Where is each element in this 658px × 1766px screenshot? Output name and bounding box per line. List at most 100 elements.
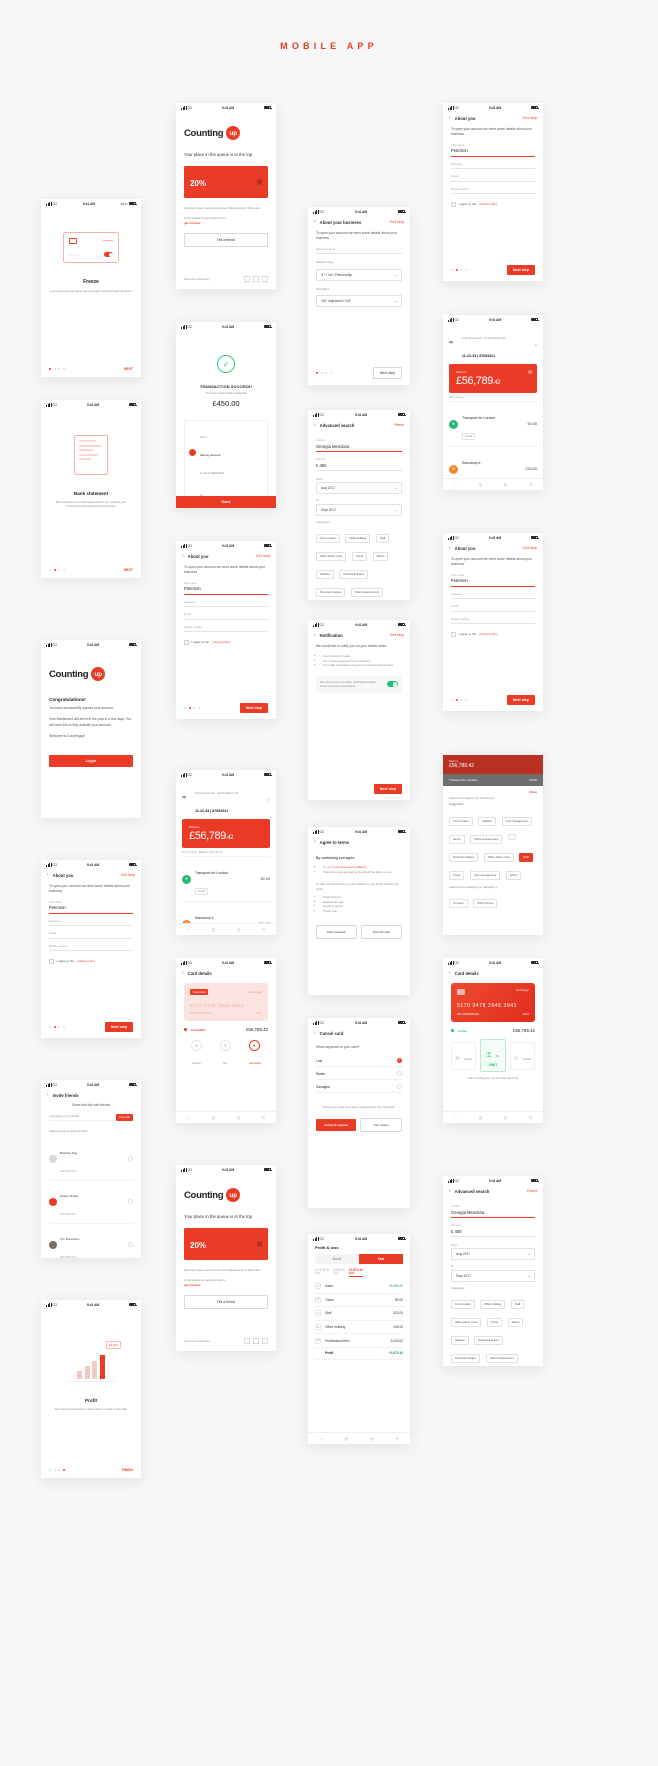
table-row[interactable]: 4 Staff 423.00	[315, 1307, 403, 1321]
just-cancel-button[interactable]: Just cancel	[360, 1117, 402, 1132]
pager-dots[interactable]	[49, 1026, 65, 1028]
field-contact[interactable]: Contact Georgia Mendoza	[316, 433, 402, 452]
social-links[interactable]	[244, 1338, 268, 1344]
field-surname[interactable]: Surname	[49, 914, 133, 927]
field-mobile[interactable]: Mobile number	[451, 612, 535, 625]
select-radio[interactable]	[128, 1199, 133, 1205]
back-icon[interactable]: ‹	[449, 115, 451, 121]
pager-dots[interactable]	[49, 569, 65, 571]
select-from-date[interactable]: Aug 2017 ⌄	[316, 482, 402, 495]
tab-home[interactable]: ⌂	[308, 1436, 334, 1441]
next-step-button[interactable]: Next step	[506, 695, 535, 705]
next-step-button[interactable]: Next step	[373, 784, 402, 794]
option-lost[interactable]: Lost ✕	[316, 1058, 402, 1068]
back-icon[interactable]: ‹	[314, 219, 316, 225]
back-icon[interactable]: ‹	[449, 1188, 451, 1194]
get-help-link[interactable]: Get help	[523, 116, 537, 120]
field-surname[interactable]: Surname	[184, 595, 268, 608]
pager-dots[interactable]	[451, 269, 467, 271]
privacy-consent[interactable]: I agree to the privacy policy	[49, 959, 133, 964]
tab-home[interactable]: ⌂	[443, 1115, 468, 1120]
select-to-date[interactable]: Sept 2017 ⌄	[451, 1269, 535, 1282]
field-mobile[interactable]: Mobile number	[451, 182, 535, 195]
field-email[interactable]: Email	[451, 169, 535, 182]
field-first-name[interactable]: First name Peterson	[451, 568, 535, 587]
back-icon[interactable]: ‹	[182, 553, 184, 559]
search-icon[interactable]: ⌕	[268, 797, 270, 802]
table-row[interactable]: 2 Sales +6,634.00	[315, 1280, 403, 1294]
privacy-policy-link[interactable]: privacy policy	[479, 202, 497, 206]
privacy-consent[interactable]: I agree to the privacy policy	[184, 640, 268, 645]
login-button[interactable]: Login	[49, 755, 133, 768]
next-step-button[interactable]: Next step	[239, 703, 268, 713]
table-row[interactable]: 13 Professional fees 3,043.00	[315, 1334, 403, 1348]
select-radio[interactable]	[128, 1242, 133, 1248]
social-links[interactable]	[244, 276, 268, 282]
option-stolen[interactable]: Stolen	[316, 1071, 402, 1081]
list-item[interactable]: Susan Ulrikes 055 9658 5478	[49, 1181, 133, 1224]
finish-button[interactable]: FINISH	[122, 1468, 133, 1472]
get-help-link[interactable]: Get help	[390, 220, 404, 224]
action-pin[interactable]: ⚿ Pin 3567	[480, 1039, 506, 1072]
table-row[interactable]: 3 Travel 89.00	[315, 1294, 403, 1308]
option-damaged[interactable]: Damaged	[316, 1084, 402, 1094]
pager-dots[interactable]	[49, 368, 65, 370]
privacy-policy-link[interactable]: privacy policy	[77, 959, 95, 963]
get-help-link[interactable]: Get help	[256, 554, 270, 558]
get-help-link[interactable]: Get help	[523, 546, 537, 550]
tab-chart[interactable]: ▥	[468, 1115, 493, 1120]
tab-card[interactable]: ▤	[226, 1115, 251, 1120]
get-involved-link[interactable]: get involved	[184, 1283, 200, 1287]
select-vat-status[interactable]: VAT registered / N/A ⌄	[316, 294, 402, 307]
tab-month[interactable]: Month	[315, 1254, 359, 1264]
field-surname[interactable]: Surname	[451, 157, 535, 170]
next-button[interactable]: NEXT	[124, 367, 133, 371]
radio-icon[interactable]	[397, 1071, 402, 1077]
pager-dots[interactable]	[451, 699, 467, 701]
cancel-replace-button[interactable]: Cancel & replace	[316, 1118, 356, 1131]
tab-chart[interactable]: ▥	[201, 1115, 226, 1120]
radio-icon[interactable]	[397, 1084, 402, 1090]
select-from-date[interactable]: Aug 2017 ⌄	[451, 1248, 535, 1261]
tab-home[interactable]: ⌂	[176, 1115, 201, 1120]
back-icon[interactable]: ‹	[314, 632, 316, 638]
notification-toggle-row[interactable]: We recommend you allow notifications abo…	[316, 675, 402, 693]
done-button[interactable]: Done	[530, 790, 538, 794]
back-icon[interactable]: ‹	[47, 872, 49, 878]
get-help-link[interactable]: Get help	[390, 633, 404, 637]
field-first-name[interactable]: First name Peterson	[451, 138, 535, 157]
back-icon[interactable]: ‹	[314, 839, 316, 845]
tab-bar[interactable]: ⌂ ▥ ▤ ☰	[308, 1432, 410, 1444]
reset-link[interactable]: Reset	[394, 423, 404, 427]
select-radio[interactable]	[128, 1156, 133, 1162]
tab-menu[interactable]: ☰	[251, 927, 276, 932]
tell-a-friend-button[interactable]: Tell a friend	[184, 1295, 268, 1310]
privacy-policy-link[interactable]: privacy policy	[479, 632, 497, 636]
field-first-name[interactable]: First name Peterson	[49, 895, 133, 914]
tab-chart[interactable]: ▥	[201, 927, 226, 932]
action-freeze[interactable]: ❄ Freeze	[190, 1040, 202, 1069]
tab-bar[interactable]: ⌂ ▥ ▤ ☰	[443, 478, 543, 490]
back-icon[interactable]: ‹	[449, 545, 451, 551]
checkbox-icon[interactable]	[184, 640, 189, 645]
get-help-link[interactable]: Get help	[121, 873, 135, 877]
next-step-button[interactable]: Next step	[372, 367, 402, 379]
field-business-name[interactable]: Business name	[316, 242, 402, 255]
reset-link[interactable]: Reset	[527, 1189, 537, 1193]
list-item[interactable]: Brandon Ray 055 9658 5478	[49, 1138, 133, 1181]
action-cancelled[interactable]: ♥ Cancelled	[248, 1040, 261, 1069]
table-row[interactable]: ✈ Transport for London Travel 50.00	[182, 857, 270, 902]
tab-home[interactable]: ⌂	[443, 482, 468, 487]
back-icon[interactable]: ‹	[182, 970, 184, 976]
tab-home[interactable]: ⌂	[176, 927, 201, 932]
checkbox-icon[interactable]	[49, 959, 54, 964]
income-chips[interactable]: Turnover Other income	[449, 891, 537, 909]
tab-menu[interactable]: ☰	[385, 1436, 411, 1441]
tab-chart[interactable]: ▥	[468, 482, 493, 487]
share-link-row[interactable]: countingup.com/r/jackali Copy link	[49, 1114, 133, 1122]
checkbox-icon[interactable]	[451, 202, 456, 207]
field-email[interactable]: Email	[184, 607, 268, 620]
select-to-date[interactable]: Sept 2017 ⌄	[316, 503, 402, 516]
scan-id-button[interactable]: Scan ID card	[361, 925, 402, 940]
copy-link-button[interactable]: Copy link	[115, 1114, 133, 1122]
